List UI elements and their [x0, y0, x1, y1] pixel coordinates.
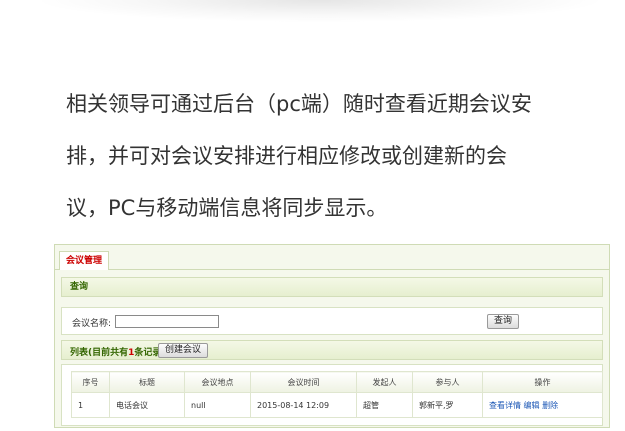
delete-link[interactable]: 删除: [542, 401, 558, 410]
column-header-participants: 参与人: [412, 371, 483, 393]
column-header-title: 标题: [109, 371, 185, 393]
column-header-time: 会议时间: [250, 371, 357, 393]
cell-title: 电话会议: [109, 392, 185, 418]
list-title: 列表(目前共有1条记录): [70, 345, 166, 358]
cell-initiator: 超管: [356, 392, 413, 418]
intro-text: 相关领导可通过后台（pc端）随时查看近期会议安 排，并可对会议安排进行相应修改或…: [66, 78, 611, 234]
column-header-actions: 操作: [482, 371, 603, 393]
cell-actions: 查看详情 编辑 删除: [482, 392, 603, 418]
top-shadow-decoration: [40, 0, 600, 22]
edit-link[interactable]: 编辑: [524, 401, 540, 410]
cell-location: null: [184, 392, 251, 418]
list-section-header: 列表(目前共有1条记录) 创建会议: [61, 340, 603, 360]
tab-meeting-management[interactable]: 会议管理: [59, 251, 110, 270]
meeting-table-container: 序号 标题 会议地点 会议时间 发起人 参与人 操作 1 电话会议 null 2…: [61, 364, 603, 426]
meeting-management-panel: 会议管理 查询 会议名称: 查询 列表(目前共有1条记录) 创建会议 序号 标题…: [54, 244, 610, 428]
search-button[interactable]: 查询: [487, 314, 520, 329]
intro-line-3: 议，PC与移动端信息将同步显示。: [66, 196, 388, 220]
column-header-index: 序号: [71, 371, 110, 393]
table-header-row: 序号 标题 会议地点 会议时间 发起人 参与人 操作: [71, 371, 603, 393]
column-header-location: 会议地点: [184, 371, 251, 393]
list-title-prefix: 列表(目前共有: [70, 348, 129, 358]
cell-index: 1: [71, 392, 110, 418]
cell-time: 2015-08-14 12:09: [250, 392, 357, 418]
search-section-header: 查询: [61, 277, 603, 297]
meeting-name-label: 会议名称:: [72, 319, 112, 329]
column-header-initiator: 发起人: [356, 371, 413, 393]
view-details-link[interactable]: 查看详情: [489, 401, 521, 410]
intro-line-2: 排，并可对会议安排进行相应修改或创建新的会: [66, 144, 507, 168]
meeting-name-input[interactable]: [115, 315, 219, 328]
create-meeting-button[interactable]: 创建会议: [158, 343, 209, 358]
tab-divider: [55, 269, 609, 270]
search-form: 会议名称: 查询: [61, 307, 603, 335]
intro-line-1: 相关领导可通过后台（pc端）随时查看近期会议安: [66, 92, 532, 116]
table-row: 1 电话会议 null 2015-08-14 12:09 超管 郭新平,罗 查看…: [71, 392, 603, 418]
search-section-title: 查询: [70, 282, 89, 292]
meeting-table: 序号 标题 会议地点 会议时间 发起人 参与人 操作 1 电话会议 null 2…: [71, 371, 603, 418]
cell-participants: 郭新平,罗: [412, 392, 483, 418]
